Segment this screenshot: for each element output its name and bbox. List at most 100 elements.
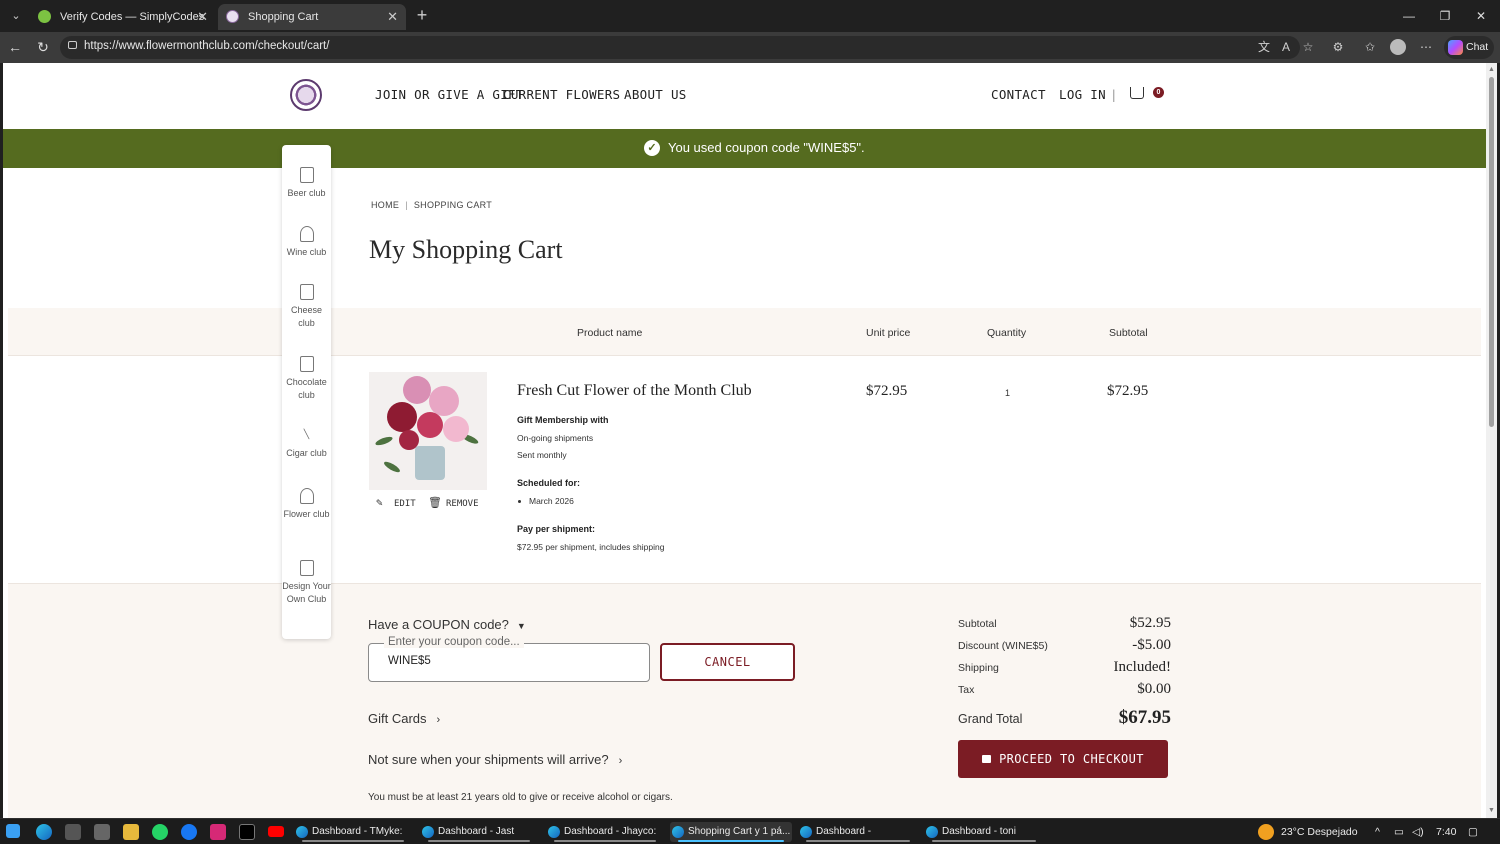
- whatsapp-icon[interactable]: [152, 824, 168, 840]
- url-text[interactable]: https://www.flowermonthclub.com/checkout…: [84, 40, 329, 52]
- close-tab-icon[interactable]: ✕: [197, 4, 208, 30]
- chocolate-icon: [299, 356, 314, 372]
- minimize-icon[interactable]: —: [1396, 6, 1422, 26]
- edit-item-button[interactable]: ✎ EDIT: [376, 496, 416, 509]
- item-quantity: 1: [1005, 388, 1011, 398]
- weather-text[interactable]: 23°C Despejado: [1281, 826, 1358, 838]
- cancel-coupon-button[interactable]: CANCEL: [660, 643, 795, 681]
- read-aloud-icon[interactable]: A: [1278, 39, 1294, 55]
- beer-mug-icon: [299, 167, 314, 183]
- remove-label: REMOVE: [446, 499, 479, 509]
- club-link-wine[interactable]: Wine club: [282, 226, 331, 259]
- proceed-to-checkout-button[interactable]: PROCEED TO CHECKOUT: [958, 740, 1168, 778]
- coupon-toggle[interactable]: Have a COUPON code? ▼: [368, 617, 526, 632]
- back-arrow-icon[interactable]: ←: [6, 38, 24, 56]
- clock-time[interactable]: 7:40: [1436, 826, 1456, 838]
- flower-bloom: [399, 430, 419, 450]
- page-title: My Shopping Cart: [369, 235, 563, 264]
- file-explorer-icon[interactable]: [123, 824, 139, 840]
- cart-table-header: Product name Unit price Quantity Subtota…: [8, 308, 1481, 356]
- taskbar-window-active[interactable]: Shopping Cart y 1 pá...: [670, 822, 792, 842]
- summary-tax-value: $0.00: [1137, 681, 1171, 697]
- close-tab-icon[interactable]: ✕: [387, 4, 398, 30]
- option-line: Sent monthly: [517, 450, 567, 460]
- favorite-star-icon[interactable]: ☆: [1300, 39, 1316, 55]
- bullet-dot: [518, 500, 521, 503]
- taskbar-window[interactable]: Dashboard - Jhayco: ...: [546, 822, 664, 842]
- translate-icon[interactable]: 文: [1256, 39, 1272, 55]
- club-link-cheese[interactable]: Cheese club: [282, 284, 331, 330]
- edge-icon[interactable]: [36, 824, 52, 840]
- grand-total-label: Grand Total: [958, 712, 1023, 726]
- copilot-chat-button[interactable]: Chat: [1444, 36, 1494, 59]
- close-window-icon[interactable]: ✕: [1468, 6, 1494, 26]
- product-image[interactable]: [369, 372, 487, 490]
- network-icon[interactable]: ▭: [1394, 826, 1404, 838]
- edge-icon: [548, 826, 560, 838]
- youtube-icon[interactable]: [268, 826, 284, 837]
- scroll-up-arrow-icon[interactable]: ▲: [1488, 66, 1495, 73]
- taskbar-window[interactable]: Dashboard - Pequeño...: [798, 822, 918, 842]
- tab-shopping-cart[interactable]: Shopping Cart ✕: [218, 4, 406, 30]
- nav-join-or-give-a-gift[interactable]: JOIN OR GIVE A GIFT: [375, 87, 524, 102]
- scroll-thumb[interactable]: [1489, 77, 1494, 427]
- header-product-name: Product name: [577, 327, 643, 339]
- instagram-icon[interactable]: [210, 824, 226, 840]
- tab-verify-codes[interactable]: Verify Codes — SimplyCodes ✕: [30, 4, 216, 30]
- wine-glass-icon: [299, 226, 314, 242]
- nav-current-flowers[interactable]: CURRENT FLOWERS: [503, 87, 620, 102]
- product-name[interactable]: Fresh Cut Flower of the Month Club: [517, 382, 752, 400]
- gift-cards-label: Gift Cards: [368, 711, 427, 726]
- summary-shipping-value: Included!: [1113, 659, 1171, 675]
- club-link-chocolate[interactable]: Chocolate club: [282, 356, 331, 402]
- nav-about-us[interactable]: ABOUT US: [624, 87, 687, 102]
- taskbar-window[interactable]: Dashboard - Jast Carl...: [420, 822, 538, 842]
- window-indicator: [678, 840, 784, 842]
- url-bar[interactable]: https://www.flowermonthclub.com/checkout…: [60, 36, 1313, 59]
- scheduled-heading: Scheduled for:: [517, 478, 581, 488]
- weather-moon-icon[interactable]: [1258, 824, 1274, 840]
- nav-contact[interactable]: CONTACT: [991, 87, 1046, 102]
- club-link-beer[interactable]: Beer club: [282, 167, 331, 200]
- remove-item-button[interactable]: 🗑 REMOVE: [428, 496, 479, 509]
- site-logo[interactable]: [290, 79, 322, 111]
- lock-icon: [982, 754, 992, 763]
- club-link-flower[interactable]: Flower club: [282, 488, 331, 521]
- window-indicator: [428, 840, 530, 842]
- lock-icon: [68, 41, 77, 49]
- notepad-icon[interactable]: [94, 824, 110, 840]
- notifications-icon[interactable]: ▢: [1468, 826, 1478, 838]
- facebook-icon[interactable]: [181, 824, 197, 840]
- club-link-design-your-own[interactable]: Design Your Own Club: [282, 560, 331, 606]
- flower-icon: [299, 488, 314, 504]
- volume-icon[interactable]: ◁): [1412, 826, 1424, 838]
- nav-log-in[interactable]: LOG IN: [1059, 87, 1106, 102]
- favorites-icon[interactable]: ✩: [1362, 39, 1378, 55]
- restore-icon[interactable]: ❐: [1432, 6, 1458, 26]
- club-link-cigar[interactable]: ╲ Cigar club: [282, 427, 331, 460]
- windows-start-icon[interactable]: [6, 824, 20, 838]
- shipment-timing-link[interactable]: Not sure when your shipments will arrive…: [368, 752, 622, 767]
- flowermonthclub-favicon-icon: [226, 10, 239, 23]
- simplycodes-favicon-icon: [38, 10, 51, 23]
- extensions-icon[interactable]: ⚙: [1330, 39, 1346, 55]
- summary-tax-label: Tax: [958, 684, 975, 696]
- scroll-down-arrow-icon[interactable]: ▼: [1488, 807, 1495, 814]
- tray-chevron-up-icon[interactable]: ^: [1375, 826, 1380, 838]
- coupon-input-value[interactable]: WINE$5: [388, 655, 431, 667]
- new-tab-icon[interactable]: +: [412, 5, 432, 25]
- profile-avatar[interactable]: [1390, 39, 1406, 55]
- more-options-icon[interactable]: ⋯: [1418, 39, 1434, 55]
- window-indicator: [806, 840, 910, 842]
- cart-icon[interactable]: [1130, 87, 1144, 99]
- taskbar-window[interactable]: Dashboard - TMyke: ...: [294, 822, 412, 842]
- tab-actions-menu-icon[interactable]: ⌄: [6, 6, 26, 26]
- flower-bloom: [417, 412, 443, 438]
- breadcrumb-home[interactable]: HOME: [371, 200, 399, 210]
- reload-icon[interactable]: ↻: [34, 38, 52, 56]
- x-icon[interactable]: [239, 824, 255, 840]
- gift-cards-link[interactable]: Gift Cards ›: [368, 711, 440, 726]
- page-scrollbar[interactable]: ▲ ▼: [1486, 63, 1497, 818]
- taskbar-window[interactable]: Dashboard - toni kros...: [924, 822, 1044, 842]
- store-icon[interactable]: [65, 824, 81, 840]
